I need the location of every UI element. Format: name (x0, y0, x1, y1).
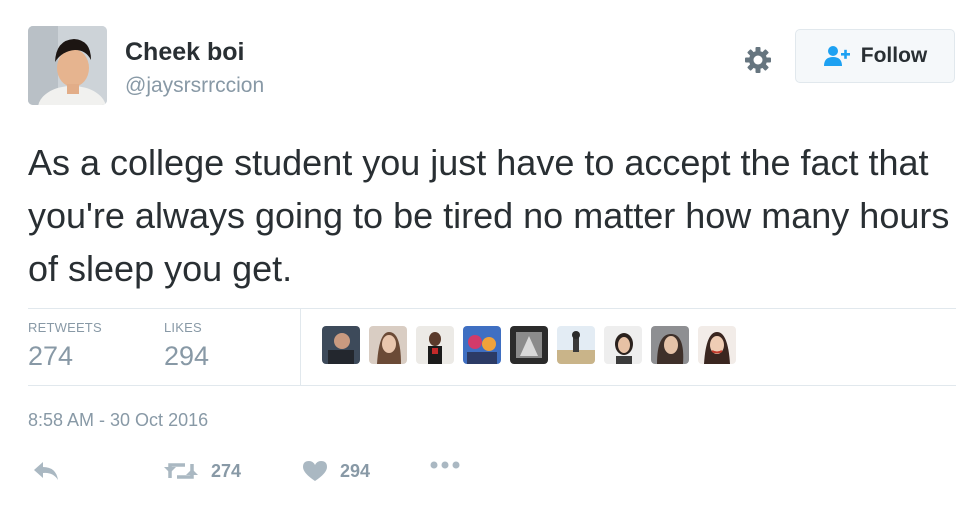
stats-vertical-divider (300, 309, 301, 385)
like-action-count: 294 (340, 460, 371, 481)
liker-avatar[interactable] (322, 326, 360, 364)
user-display-name[interactable]: Cheek boi (125, 38, 244, 67)
liker-avatar[interactable] (651, 326, 689, 364)
more-dots-icon (430, 461, 460, 469)
liker-avatar[interactable] (698, 326, 736, 364)
like-button[interactable]: 294 (302, 460, 370, 482)
retweets-label[interactable]: RETWEETS (28, 320, 102, 335)
likes-label[interactable]: LIKES (164, 320, 202, 335)
retweet-icon (164, 463, 198, 479)
settings-gear-icon[interactable] (741, 43, 775, 77)
liker-avatar[interactable] (416, 326, 454, 364)
retweets-count[interactable]: 274 (28, 341, 73, 372)
user-avatar[interactable] (28, 26, 107, 105)
liker-avatar[interactable] (604, 326, 642, 364)
follow-button-label: Follow (860, 44, 928, 67)
more-options-button[interactable] (429, 460, 461, 470)
tweet-text: As a college student you just have to ac… (28, 142, 950, 289)
stats-bottom-divider (28, 385, 956, 386)
follow-button[interactable]: Follow (795, 29, 955, 83)
tweet-timestamp[interactable]: 8:58 AM - 30 Oct 2016 (28, 410, 208, 431)
liker-avatars (322, 326, 736, 364)
liker-avatar[interactable] (463, 326, 501, 364)
stats-top-divider (28, 308, 956, 309)
follow-person-icon (823, 46, 850, 66)
likes-count[interactable]: 294 (164, 341, 209, 372)
liker-avatar[interactable] (510, 326, 548, 364)
reply-button[interactable] (32, 460, 60, 482)
heart-icon (303, 461, 327, 481)
liker-avatar[interactable] (557, 326, 595, 364)
user-handle[interactable]: @jaysrsrrccion (125, 74, 264, 98)
retweet-action-count: 274 (211, 460, 242, 481)
retweet-button[interactable]: 274 (163, 460, 241, 482)
reply-icon (34, 462, 58, 480)
liker-avatar[interactable] (369, 326, 407, 364)
